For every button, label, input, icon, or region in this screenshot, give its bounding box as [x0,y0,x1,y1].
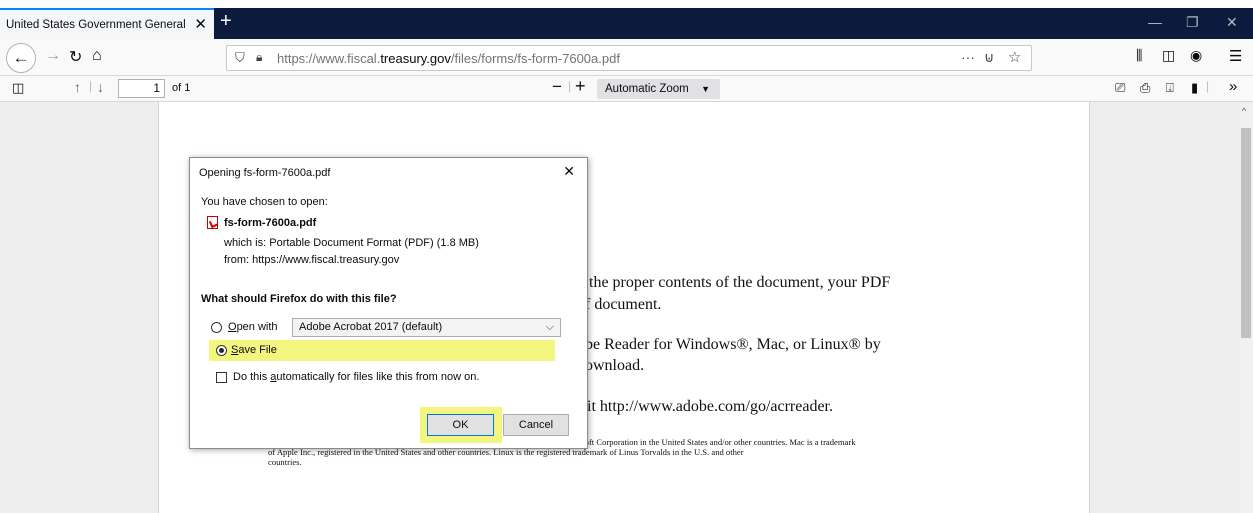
next-page-icon[interactable]: ↓ [97,79,104,95]
file-type: which is: Portable Document Format (PDF)… [224,237,479,249]
open-with-label: Open with [228,321,278,333]
application-select-value: Adobe Acrobat 2017 (default) [299,321,443,333]
lock-icon[interactable]: 🔒︎ [256,50,262,65]
pdf-viewer: y the proper contents of the document, y… [0,102,1239,513]
tab-close-icon[interactable]: ✕ [194,15,207,33]
new-tab-icon[interactable]: + [220,10,232,33]
dialog-title: Opening fs-form-7600a.pdf [199,167,331,179]
page-count: of 1 [172,82,191,94]
back-icon[interactable]: ← [6,43,36,73]
toolbar-divider: | [89,79,93,93]
doc-line-2: of document. [577,296,662,313]
tracking-shield-icon[interactable]: ⛉ [235,50,245,66]
sidebar-icon[interactable]: ◫ [1162,47,1175,64]
scroll-thumb[interactable] [1241,128,1251,338]
url-bar[interactable]: ⛉ 🔒︎ https://www.fiscal.treasury.gov/fil… [226,45,1032,71]
toggle-sidebar-icon[interactable]: ◫ [12,80,24,96]
ok-button[interactable]: OK [427,414,494,436]
auto-action-checkbox[interactable] [216,372,227,383]
application-select[interactable]: Adobe Acrobat 2017 (default) ⌵ [292,318,561,337]
bookmark-star-icon[interactable]: ☆ [1008,48,1021,66]
page-number-input[interactable]: 1 [118,79,165,98]
scroll-up-icon[interactable]: ^ [1242,106,1246,116]
page-actions-icon[interactable]: ··· [961,49,975,65]
dialog-close-icon[interactable]: ✕ [563,163,575,180]
doc-footnote-3: countries. [268,457,302,467]
presentation-mode-icon[interactable]: ⎚ [1115,80,1125,96]
save-file-label[interactable]: Save File [231,344,277,356]
zoom-select-label: Automatic Zoom [605,83,689,95]
zoom-out-icon[interactable]: − [552,77,562,97]
doc-line-5: it http://www.adobe.com/go/acrreader. [587,398,833,415]
doc-line-3: obe Reader for Windows®, Mac, or Linux® … [577,336,881,353]
save-file-radio[interactable] [216,345,227,356]
vertical-scrollbar[interactable]: ^ [1239,102,1253,513]
tab-active[interactable]: United States Government General ✕ [0,8,214,39]
zoom-divider: | [568,79,572,93]
library-icon[interactable]: ⫼ [1136,47,1142,64]
pdf-file-icon [207,216,218,229]
zoom-select[interactable]: Automatic Zoom ▼ [597,79,720,99]
account-icon[interactable]: ◉ [1190,47,1202,64]
home-icon[interactable]: ⌂ [92,47,102,65]
pdf-toolbar: ◫ ↑ | ↓ 1 of 1 − | + Automatic Zoom ▼ ⎚ … [0,76,1253,102]
file-name: fs-form-7600a.pdf [224,217,317,229]
tools-icon[interactable]: » [1229,78,1237,95]
file-source: from: https://www.fiscal.treasury.gov [224,254,400,266]
window-close-icon[interactable]: ✕ [1226,14,1238,31]
save-icon[interactable]: ⍗ [1166,80,1174,96]
bookmark-icon[interactable]: ▮ [1191,80,1198,96]
chosen-label: You have chosen to open: [201,196,328,208]
open-file-dialog: Opening fs-form-7600a.pdf ✕ You have cho… [189,157,588,449]
print-icon[interactable]: ⎙ [1140,80,1150,96]
tools-divider: | [1206,79,1210,93]
menu-icon[interactable]: ☰ [1229,47,1242,65]
previous-page-icon[interactable]: ↑ [74,79,81,95]
pocket-icon[interactable]: ⊍ [984,49,994,66]
reload-icon[interactable]: ↻ [69,47,82,67]
open-with-radio[interactable] [211,322,222,333]
url-text: https://www.fiscal.treasury.gov/files/fo… [277,51,620,66]
chevron-down-icon: ▼ [701,84,710,94]
navigation-toolbar: ← → ↻ ⌂ ⛉ 🔒︎ https://www.fiscal.treasury… [0,39,1253,76]
minimize-icon[interactable]: — [1148,14,1162,30]
auto-action-label[interactable]: Do this automatically for files like thi… [233,371,479,383]
cancel-button[interactable]: Cancel [503,414,569,436]
doc-footnote-1: osoft Corporation in the United States a… [577,437,856,447]
doc-line-1: y the proper contents of the document, y… [577,274,891,291]
forward-icon[interactable]: → [45,47,61,65]
restore-icon[interactable]: ❐ [1186,14,1199,31]
tab-strip: United States Government General ✕ + — ❐… [0,8,1253,39]
chevron-down-icon: ⌵ [545,321,554,333]
tab-title: United States Government General [6,18,186,31]
zoom-in-icon[interactable]: + [575,76,586,97]
dialog-question: What should Firefox do with this file? [201,293,397,305]
